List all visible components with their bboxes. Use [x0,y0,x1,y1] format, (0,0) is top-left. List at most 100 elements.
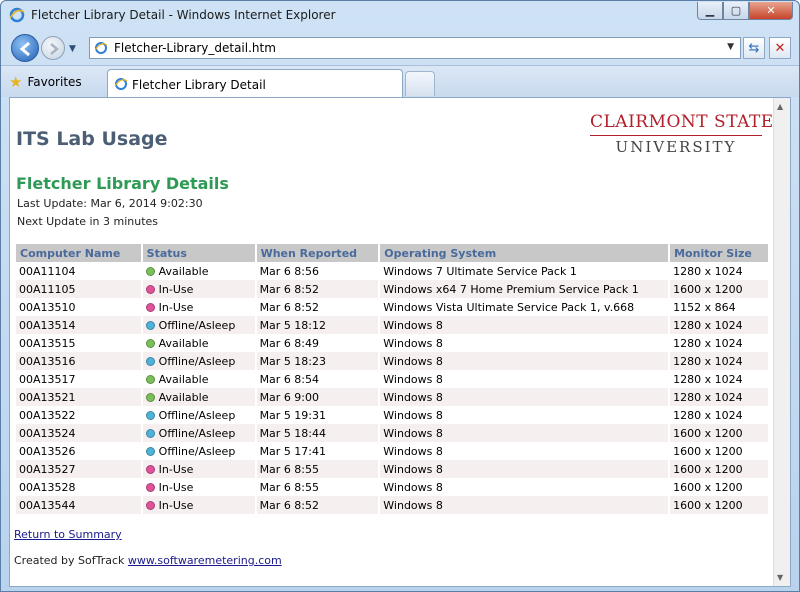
address-url[interactable]: Fletcher-Library_detail.htm [114,41,276,55]
os-cell: Windows 8 [379,316,671,334]
os-cell: Windows 8 [379,442,671,460]
header-operating-system: Operating System [379,244,671,262]
status-text: Available [158,336,209,350]
status-dot-icon [145,356,155,366]
monitor-size-cell: 1600 x 1200 [669,280,770,298]
return-to-summary-link[interactable]: Return to Summary [14,528,122,541]
table-row: 00A13517 Available Mar 6 8:54 Windows 8 1280… [16,370,770,388]
footer-credit: Created by SofTrack www.softwaremetering… [14,554,282,567]
status-cell: In-Use [141,298,257,316]
os-cell: Windows x64 7 Home Premium Service Pack … [379,280,671,298]
last-update: Last Update: Mar 6, 2014 9:02:30 [17,197,203,210]
header-computer-name: Computer Name [16,244,143,262]
next-update: Next Update in 3 minutes [17,215,159,228]
computer-name-cell: 00A11105 [16,280,143,298]
status-cell: In-Use [141,496,257,514]
when-reported-cell: Mar 6 8:49 [255,334,381,352]
computer-name-cell: 00A13526 [16,442,143,460]
tab-label: Fletcher Library Detail [132,78,266,92]
page-title: ITS Lab Usage [16,128,168,150]
when-reported-cell: Mar 6 8:52 [255,280,381,298]
status-dot-icon [145,284,155,294]
table-row: 00A11104 Available Mar 6 8:56 Windows 7 Ult… [16,262,770,280]
table-row: 00A13527 In-Use Mar 6 8:55 Windows 8 1600 x … [16,460,770,478]
status-cell: Available [141,334,257,352]
favorites-label: Favorites [27,75,82,89]
logo-line1: CLAIRMONT STATE [590,112,774,132]
status-text: In-Use [158,300,194,314]
table-row: 00A13515 Available Mar 6 8:49 Windows 8 1280… [16,334,770,352]
computer-name-cell: 00A13521 [16,388,143,406]
forward-button[interactable] [41,36,65,60]
monitor-size-cell: 1280 x 1024 [669,406,770,424]
status-dot-icon [145,446,155,456]
monitor-size-cell: 1600 x 1200 [669,496,770,514]
browser-window: Fletcher Library Detail - Windows Intern… [0,0,800,592]
status-dot-icon [145,410,155,420]
favorites-button[interactable]: ★ Favorites [9,70,105,94]
table-row: 00A13522 Offline/Asleep Mar 5 19:31 Windows… [16,406,770,424]
status-cell: Offline/Asleep [141,442,257,460]
maximize-button[interactable]: ▢ [723,2,749,20]
table-row: 00A13524 Offline/Asleep Mar 5 18:44 Windows… [16,424,770,442]
scroll-up-icon[interactable]: ▲ [777,102,783,111]
os-cell: Windows Vista Ultimate Service Pack 1, v… [379,298,671,316]
tab-fletcher-library-detail[interactable]: Fletcher Library Detail [107,69,403,98]
table-header-row: Computer Name Status When Reported Opera… [16,244,770,262]
back-button[interactable] [11,34,39,62]
os-cell: Windows 7 Ultimate Service Pack 1 [379,262,671,280]
softrack-link[interactable]: www.softwaremetering.com [128,554,282,567]
status-text: Offline/Asleep [158,318,236,332]
monitor-size-cell: 1152 x 864 [669,298,770,316]
computer-name-cell: 00A13527 [16,460,143,478]
when-reported-cell: Mar 5 17:41 [255,442,381,460]
table-row: 00A13514 Offline/Asleep Mar 5 18:12 Windows… [16,316,770,334]
when-reported-cell: Mar 5 18:12 [255,316,381,334]
monitor-size-cell: 1280 x 1024 [669,262,770,280]
status-cell: Offline/Asleep [141,316,257,334]
logo-line2: UNIVERSITY [615,138,737,156]
created-by-text: Created by SofTrack [14,554,125,567]
status-dot-icon [145,482,155,492]
table-row: 00A13528 In-Use Mar 6 8:55 Windows 8 1600 x … [16,478,770,496]
when-reported-cell: Mar 6 8:55 [255,478,381,496]
back-arrow-icon [19,41,30,57]
status-dot-icon [145,464,155,474]
computer-name-cell: 00A13516 [16,352,143,370]
status-dot-icon [145,320,155,330]
stop-icon: ✕ [774,40,786,56]
status-cell: Offline/Asleep [141,424,257,442]
when-reported-cell: Mar 6 8:54 [255,370,381,388]
tab-page-icon [114,78,128,90]
address-dropdown-icon[interactable]: ▼ [727,42,734,52]
address-bar[interactable]: Fletcher-Library_detail.htm ▼ [89,37,741,59]
os-cell: Windows 8 [379,496,671,514]
refresh-icon: ⇆ [748,40,760,56]
computer-name-cell: 00A13524 [16,424,143,442]
status-text: In-Use [158,462,194,476]
page-content: ITS Lab Usage CLAIRMONT STATE UNIVERSITY… [9,97,791,587]
when-reported-cell: Mar 5 19:31 [255,406,381,424]
status-text: Available [158,264,209,278]
refresh-button[interactable]: ⇆ [743,37,765,59]
os-cell: Windows 8 [379,352,671,370]
new-tab-button[interactable] [405,71,435,96]
table-row: 00A13516 Offline/Asleep Mar 5 18:23 Windows… [16,352,770,370]
vertical-scrollbar[interactable]: ▲ ▼ [773,98,790,586]
table-row: 00A13521 Available Mar 6 9:00 Windows 8 1280… [16,388,770,406]
computer-name-cell: 00A13528 [16,478,143,496]
history-dropdown-icon[interactable]: ▼ [69,44,76,54]
os-cell: Windows 8 [379,406,671,424]
stop-button[interactable]: ✕ [769,37,791,59]
status-cell: In-Use [141,460,257,478]
scroll-down-icon[interactable]: ▼ [777,573,783,582]
close-button[interactable]: ✕ [749,2,793,20]
minimize-button[interactable]: ▁ [697,2,723,20]
status-dot-icon [145,500,155,510]
when-reported-cell: Mar 6 8:52 [255,298,381,316]
status-dot-icon [145,266,155,276]
computer-table: Computer Name Status When Reported Opera… [16,244,770,514]
os-cell: Windows 8 [379,388,671,406]
window-title: Fletcher Library Detail - Windows Intern… [31,8,336,22]
section-title: Fletcher Library Details [16,174,229,193]
